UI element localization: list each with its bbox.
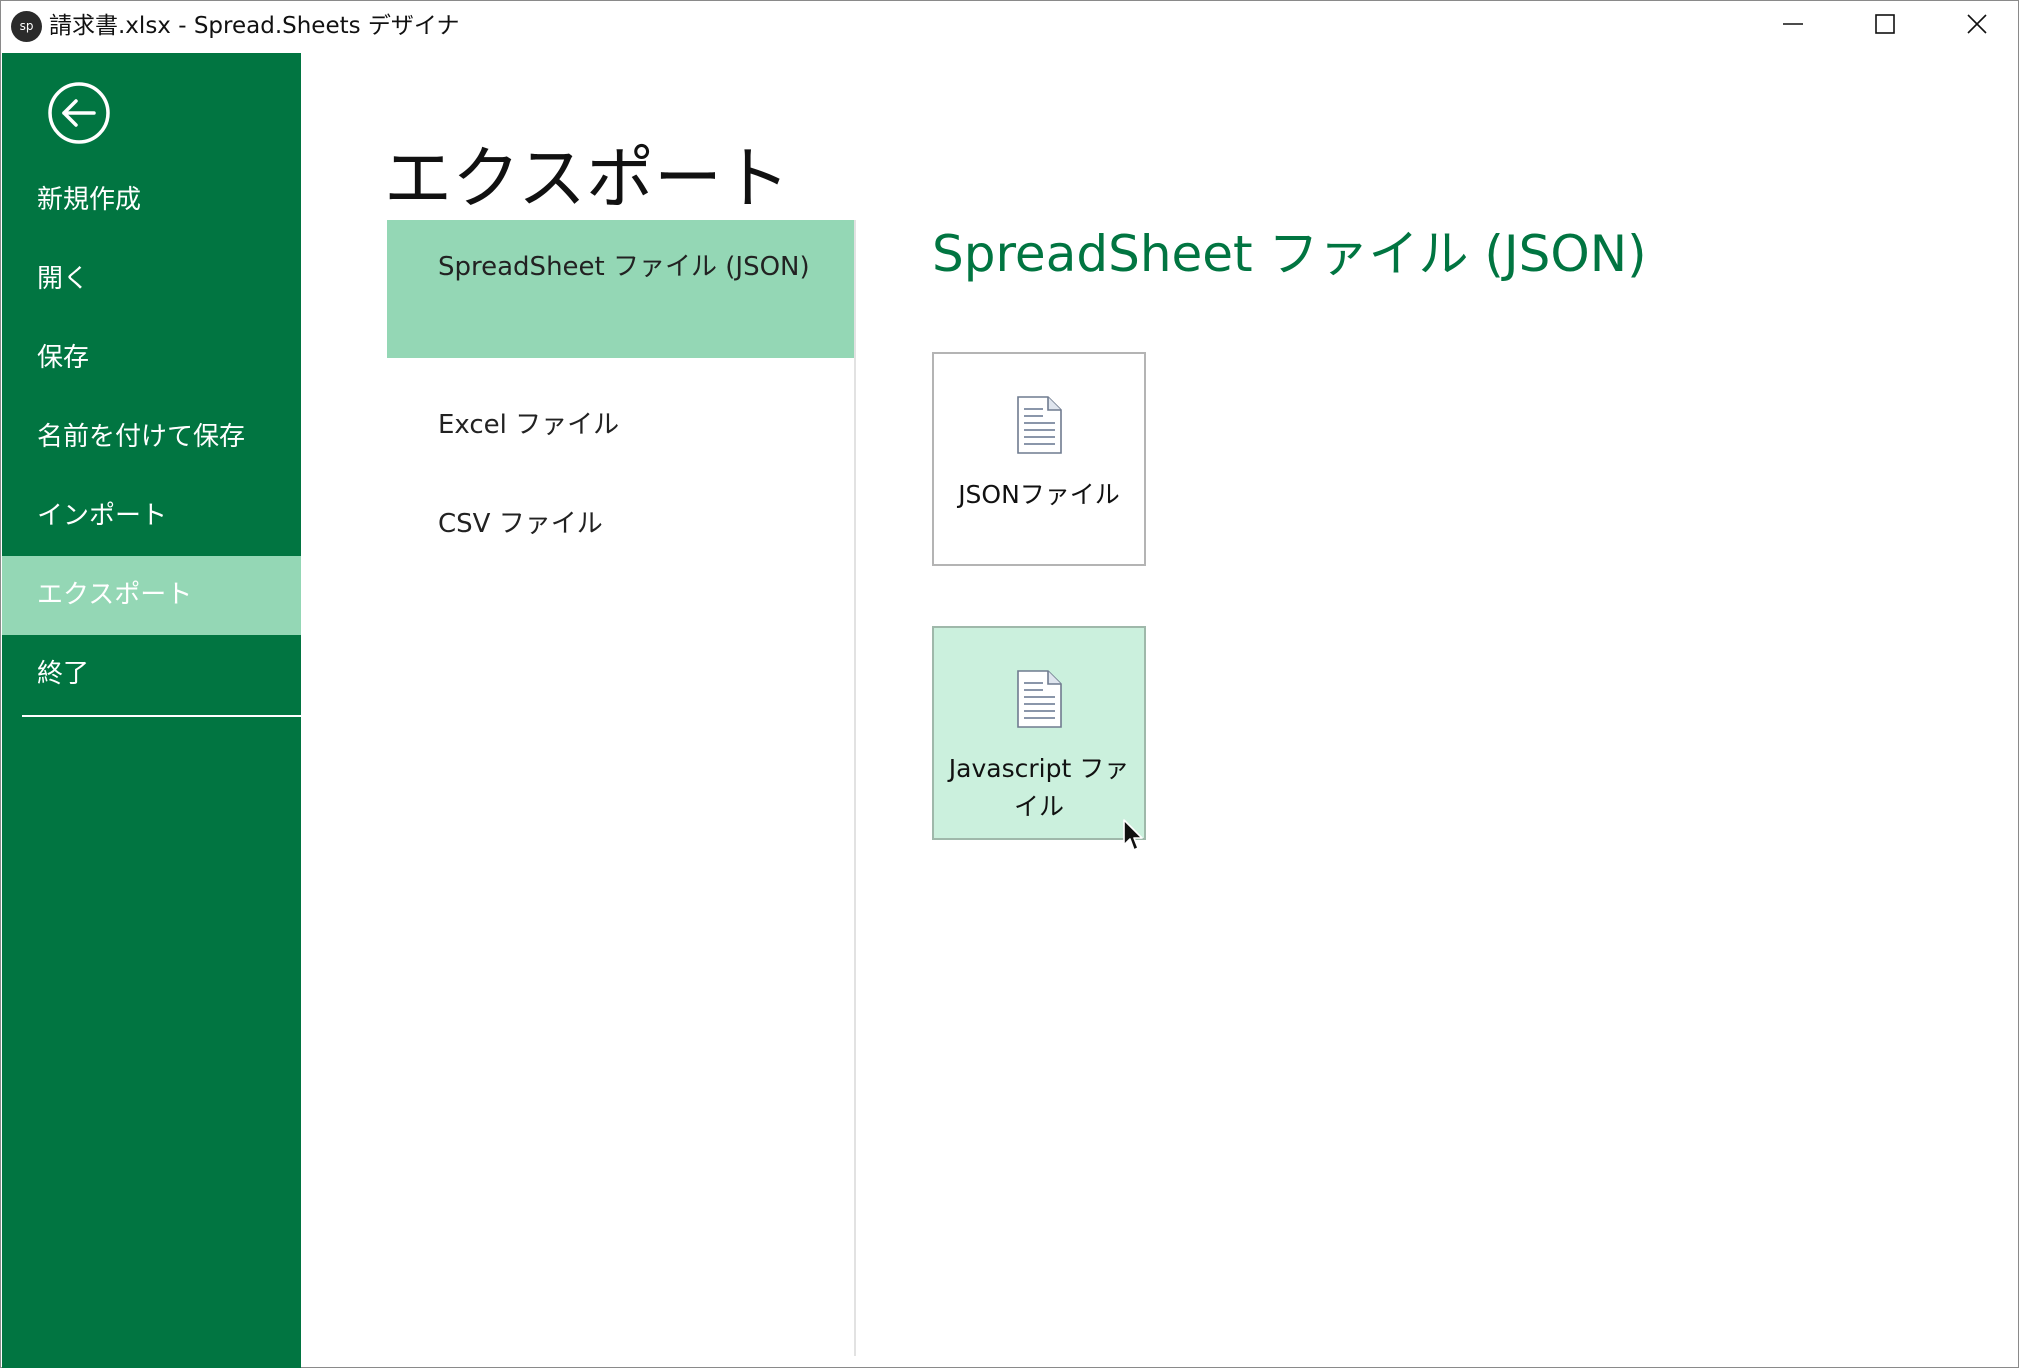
sidebar-divider: [22, 715, 301, 717]
sidebar-item-label: 終了: [37, 659, 90, 689]
export-option-spreadsheet-json[interactable]: SpreadSheet ファイル (JSON): [387, 220, 854, 358]
javascript-file-tile[interactable]: Javascript ファイル: [932, 626, 1146, 840]
window-title: 請求書.xlsx - Spread.Sheets デザイナ: [49, 13, 460, 39]
sidebar-item-export[interactable]: エクスポート: [2, 556, 301, 635]
sidebar-item-label: 開く: [37, 264, 90, 294]
minimize-button[interactable]: [1747, 1, 1839, 47]
sidebar-item-label: 保存: [37, 343, 90, 373]
back-button[interactable]: [47, 81, 111, 145]
json-file-tile[interactable]: JSONファイル: [932, 352, 1146, 566]
sidebar-item-open[interactable]: 開く: [2, 240, 301, 319]
document-icon: [1017, 670, 1062, 728]
export-option-label: SpreadSheet ファイル (JSON): [438, 252, 810, 282]
tile-label: JSONファイル: [958, 480, 1120, 509]
title-bar: sp 請求書.xlsx - Spread.Sheets デザイナ: [1, 1, 2018, 52]
export-option-csv[interactable]: CSV ファイル: [387, 484, 854, 564]
export-option-excel[interactable]: Excel ファイル: [387, 385, 854, 465]
section-title: SpreadSheet ファイル (JSON): [932, 225, 1647, 283]
close-icon: [1967, 14, 1987, 34]
app-logo-icon: sp: [11, 11, 42, 42]
app-window: sp 請求書.xlsx - Spread.Sheets デザイナ 新規作成 開く…: [0, 0, 2019, 1368]
document-icon: [1017, 396, 1062, 454]
sidebar-item-label: 新規作成: [37, 185, 142, 215]
tile-label: Javascript ファイル: [948, 754, 1130, 821]
export-option-label: Excel ファイル: [438, 410, 620, 440]
sidebar: 新規作成 開く 保存 名前を付けて保存 インポート エクスポート 終了: [2, 53, 301, 1368]
page-title: エクスポート: [384, 139, 790, 219]
sidebar-item-import[interactable]: インポート: [2, 477, 301, 556]
minimize-icon: [1783, 23, 1803, 25]
export-format-list: SpreadSheet ファイル (JSON) Excel ファイル CSV フ…: [387, 220, 856, 1356]
sidebar-item-label: インポート: [37, 501, 168, 531]
sidebar-item-label: 名前を付けて保存: [37, 422, 246, 452]
sidebar-item-exit[interactable]: 終了: [2, 635, 301, 714]
maximize-icon: [1875, 14, 1895, 34]
close-button[interactable]: [1931, 1, 2019, 47]
export-option-label: CSV ファイル: [438, 509, 603, 539]
sidebar-item-label: エクスポート: [37, 580, 193, 610]
maximize-button[interactable]: [1839, 1, 1931, 47]
sidebar-item-save[interactable]: 保存: [2, 319, 301, 398]
sidebar-item-new[interactable]: 新規作成: [2, 161, 301, 240]
back-arrow-circle-icon: [48, 82, 110, 144]
sidebar-item-save-as[interactable]: 名前を付けて保存: [2, 398, 301, 477]
mouse-cursor-icon: [1123, 819, 1143, 851]
